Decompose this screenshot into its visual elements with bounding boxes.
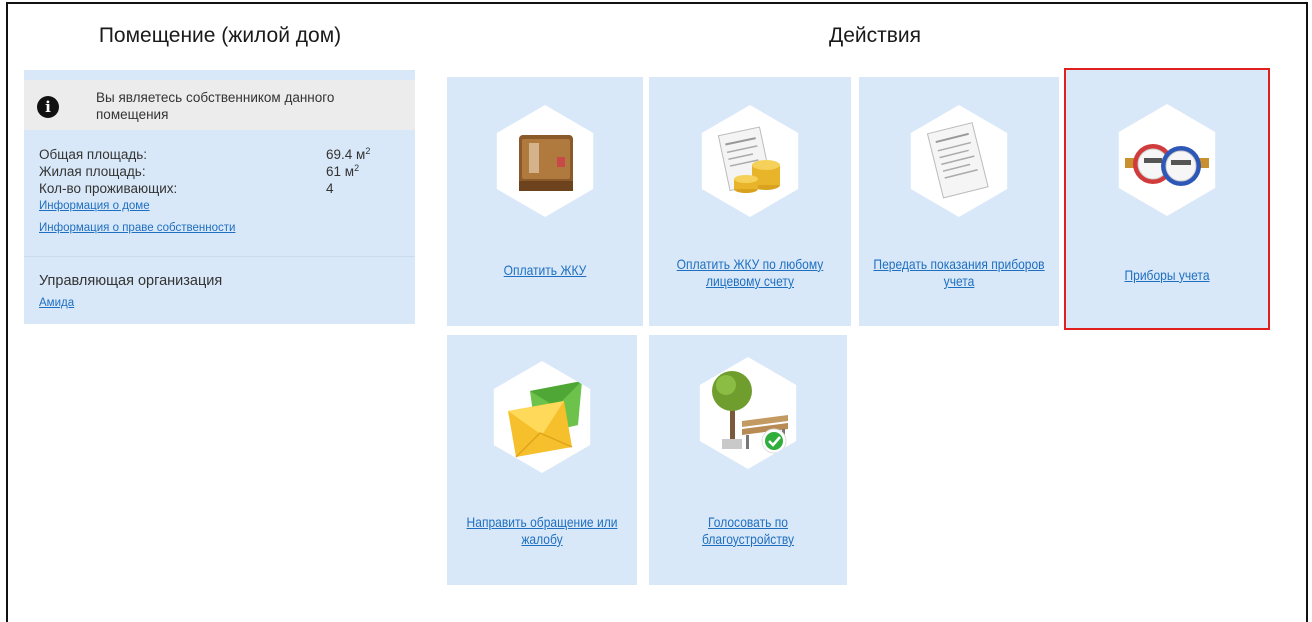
premises-properties: Общая площадь: 69.4 м2 Жилая площадь: 61…	[39, 146, 409, 236]
property-row-total-area: Общая площадь: 69.4 м2	[39, 146, 409, 163]
property-label: Жилая площадь:	[39, 164, 146, 179]
management-org-link[interactable]: Амида	[39, 297, 74, 309]
premises-title: Помещение (жилой дом)	[98, 24, 342, 47]
wallet-icon	[496, 105, 594, 217]
property-value: 4	[326, 181, 334, 196]
receipt-coins-icon	[701, 105, 799, 217]
tile-submit-readings[interactable]: Передать показания приборов учета	[859, 77, 1059, 326]
owner-notice: i Вы являетесь собственником данного пом…	[24, 80, 415, 130]
property-row-residents: Кол-во проживающих: 4	[39, 180, 409, 197]
tile-label: Передать показания приборов учета	[873, 256, 1045, 289]
info-icon: i	[37, 96, 59, 118]
tile-label: Оплатить ЖКУ по любому лицевому счету	[676, 256, 824, 289]
property-value: 69.4 м2	[326, 146, 371, 163]
premises-panel: i Вы являетесь собственником данного пом…	[24, 70, 415, 324]
house-info-link[interactable]: Информация о доме	[39, 198, 409, 214]
tile-label: Оплатить ЖКУ	[503, 262, 587, 278]
divider	[24, 256, 415, 257]
tree-bench-icon	[699, 357, 797, 469]
water-meter-icon	[1118, 104, 1216, 216]
ownership-info-link[interactable]: Информация о праве собственности	[39, 220, 409, 236]
tile-metering-devices[interactable]: Приборы учета	[1064, 68, 1270, 330]
tile-vote-improvement[interactable]: Голосовать по благоустройству	[649, 335, 847, 585]
management-org-label: Управляющая организация	[39, 273, 223, 289]
tile-pay-utilities[interactable]: Оплатить ЖКУ	[447, 77, 643, 326]
property-row-living-area: Жилая площадь: 61 м2	[39, 163, 409, 180]
tile-label: Направить обращение или жалобу	[466, 514, 618, 547]
tile-label: Голосовать по благоустройству	[702, 514, 794, 547]
tile-label: Приборы учета	[1124, 267, 1210, 283]
property-label: Общая площадь:	[39, 147, 148, 162]
tile-pay-any-account[interactable]: Оплатить ЖКУ по любому лицевому счету	[649, 77, 851, 326]
tile-send-appeal[interactable]: Направить обращение или жалобу	[447, 335, 637, 585]
actions-title: Действия	[828, 24, 921, 47]
envelope-icon	[493, 361, 591, 473]
receipt-icon	[910, 105, 1008, 217]
property-label: Кол-во проживающих:	[39, 181, 178, 196]
property-value: 61 м2	[326, 163, 360, 180]
owner-notice-text: Вы являетесь собственником данного помещ…	[96, 90, 335, 122]
